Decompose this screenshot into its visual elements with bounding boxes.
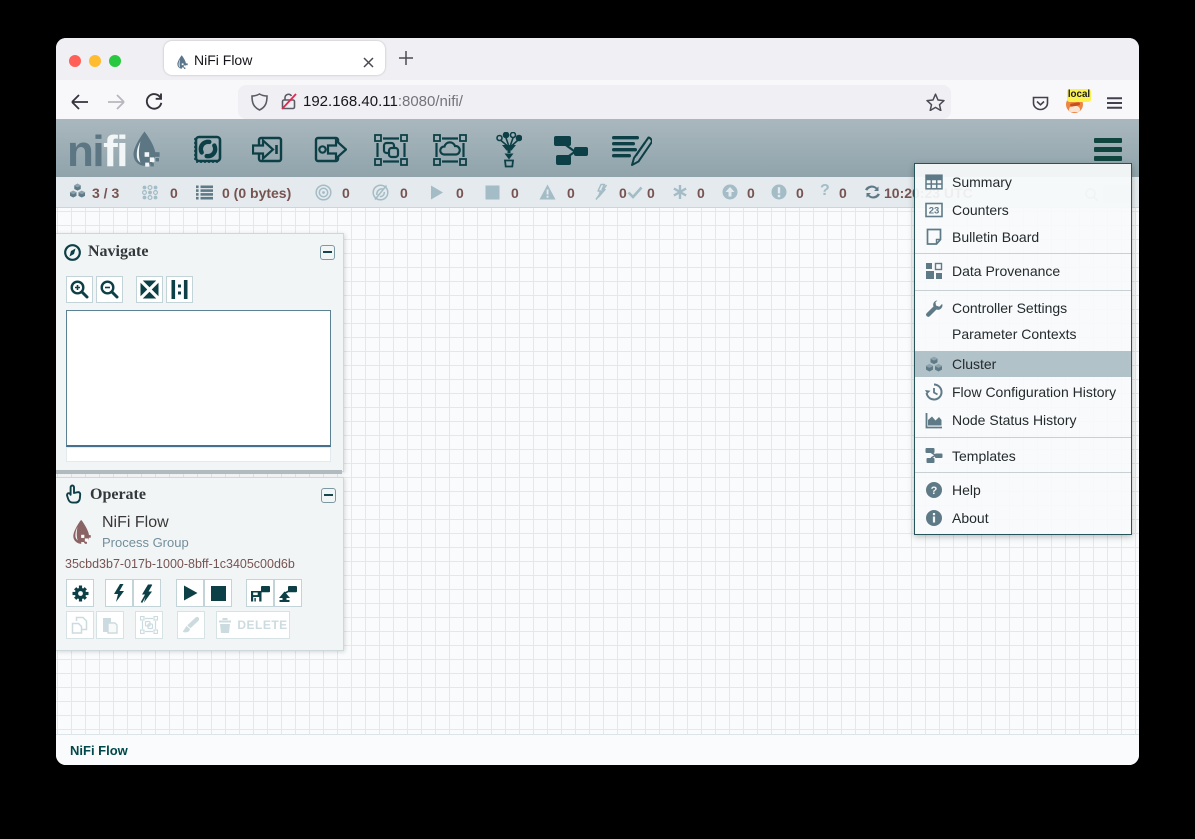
svg-text:?: ? [931, 485, 938, 497]
svg-text:23: 23 [929, 206, 940, 217]
